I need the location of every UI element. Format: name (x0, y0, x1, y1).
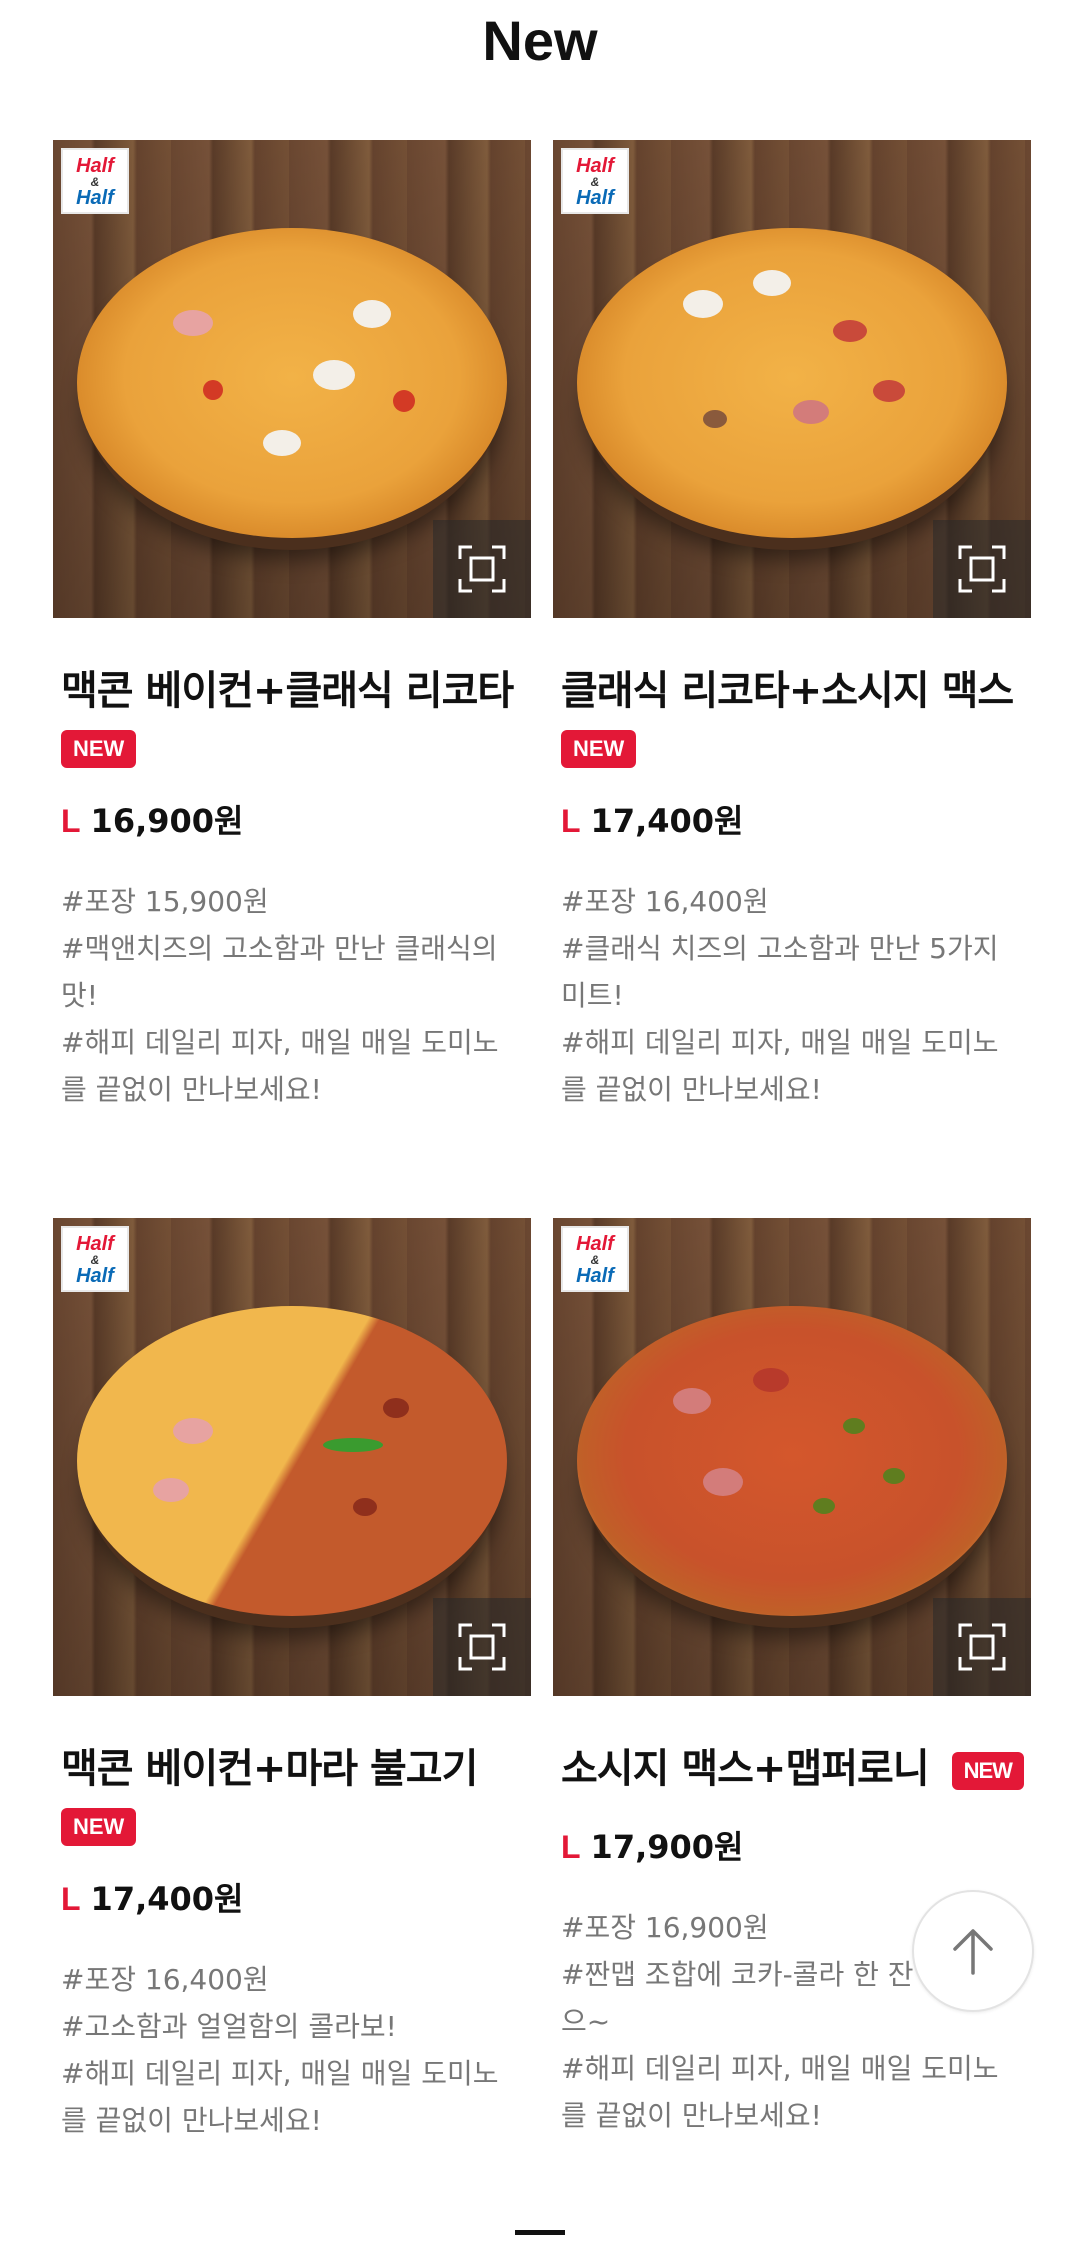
desc-line: #포장 15,900원 (61, 885, 269, 918)
desc-line: #해피 데일리 피자, 매일 매일 도미노 (61, 1026, 499, 1059)
half-and-half-logo: Half & Half (561, 148, 629, 214)
bottom-indicator (515, 2230, 565, 2235)
desc-line: #해피 데일리 피자, 매일 매일 도미노 (561, 1026, 999, 1059)
zoom-button[interactable] (933, 520, 1031, 618)
product-name[interactable]: 소시지 맥스+맵퍼로니 NEW (561, 1736, 1031, 1794)
price-value: 17,400원 (90, 1880, 244, 1918)
desc-line: #포장 16,400원 (561, 885, 769, 918)
price: L 17,400원 (61, 1874, 531, 1920)
pizza-image[interactable]: Half & Half (53, 140, 531, 618)
product-card[interactable]: Half & Half 클래식 리코타+소시지 맥스 NEW L 17,400원 #포… (553, 140, 1031, 1113)
desc-line: #고소함과 얼얼함의 콜라보! (61, 2010, 397, 2043)
size-label: L (561, 803, 581, 839)
pizza-image[interactable]: Half & Half (553, 1218, 1031, 1696)
desc-line: #해피 데일리 피자, 매일 매일 도미노 (561, 2052, 999, 2085)
half-and-half-logo: Half & Half (61, 1226, 129, 1292)
price-value: 16,900원 (90, 802, 244, 840)
zoom-button[interactable] (933, 1598, 1031, 1696)
product-name[interactable]: 맥콘 베이컨+마라 불고기 (61, 1736, 531, 1794)
desc-line: #클래식 치즈의 고소함과 만난 5가지 (561, 932, 999, 965)
product-card[interactable]: Half & Half 맥콘 베이컨+클래식 리코타 NEW L 16,900원 #포… (53, 140, 531, 1113)
zoom-button[interactable] (433, 520, 531, 618)
product-name[interactable]: 클래식 리코타+소시지 맥스 (561, 658, 1031, 716)
size-label: L (61, 1881, 81, 1917)
scroll-to-top-button[interactable] (912, 1890, 1034, 2012)
product-description: #포장 16,400원 #고소함과 얼얼함의 콜라보! #해피 데일리 피자, … (61, 1956, 531, 2144)
price-value: 17,900원 (590, 1828, 744, 1866)
product-name-text[interactable]: 소시지 맥스+맵퍼로니 (561, 1746, 930, 1792)
new-badge: NEW (61, 730, 137, 768)
new-badge: NEW (951, 1752, 1024, 1790)
zoom-button[interactable] (433, 1598, 531, 1696)
desc-line: 맛! (61, 979, 98, 1012)
product-card[interactable]: Half & Half 맥콘 베이컨+마라 불고기 NEW L 17,400원 #포장… (53, 1218, 531, 2144)
desc-line: #포장 16,400원 (61, 1963, 269, 1996)
desc-line: #맥앤치즈의 고소함과 만난 클래식의 (61, 932, 498, 965)
desc-line: 를 끝없이 만나보세요! (61, 1073, 322, 1106)
product-name[interactable]: 맥콘 베이컨+클래식 리코타 (61, 658, 531, 716)
expand-icon (958, 545, 1006, 593)
price: L 17,900원 (561, 1822, 1031, 1868)
size-label: L (61, 803, 81, 839)
pizza-image[interactable]: Half & Half (553, 140, 1031, 618)
desc-line: #해피 데일리 피자, 매일 매일 도미노 (61, 2057, 499, 2090)
half-and-half-logo: Half & Half (561, 1226, 629, 1292)
expand-icon (458, 1623, 506, 1671)
new-badge: NEW (61, 1808, 137, 1846)
product-description: #포장 16,400원 #클래식 치즈의 고소함과 만난 5가지 미트! #해피… (561, 878, 1031, 1113)
desc-line: 를 끝없이 만나보세요! (561, 1073, 822, 1106)
price: L 17,400원 (561, 796, 1031, 842)
expand-icon (958, 1623, 1006, 1671)
product-description: #포장 15,900원 #맥앤치즈의 고소함과 만난 클래식의 맛! #해피 데… (61, 878, 531, 1113)
half-and-half-logo: Half & Half (61, 148, 129, 214)
new-badge: NEW (561, 730, 637, 768)
desc-line: 미트! (561, 979, 624, 1012)
arrow-up-icon (953, 1929, 993, 1975)
page-title: New (482, 9, 598, 72)
size-label: L (561, 1829, 581, 1865)
expand-icon (458, 545, 506, 593)
desc-line: 를 끝없이 만나보세요! (61, 2104, 322, 2137)
pizza-image[interactable]: Half & Half (53, 1218, 531, 1696)
desc-line: 를 끝없이 만나보세요! (561, 2099, 822, 2132)
price: L 16,900원 (61, 796, 531, 842)
price-value: 17,400원 (590, 802, 744, 840)
